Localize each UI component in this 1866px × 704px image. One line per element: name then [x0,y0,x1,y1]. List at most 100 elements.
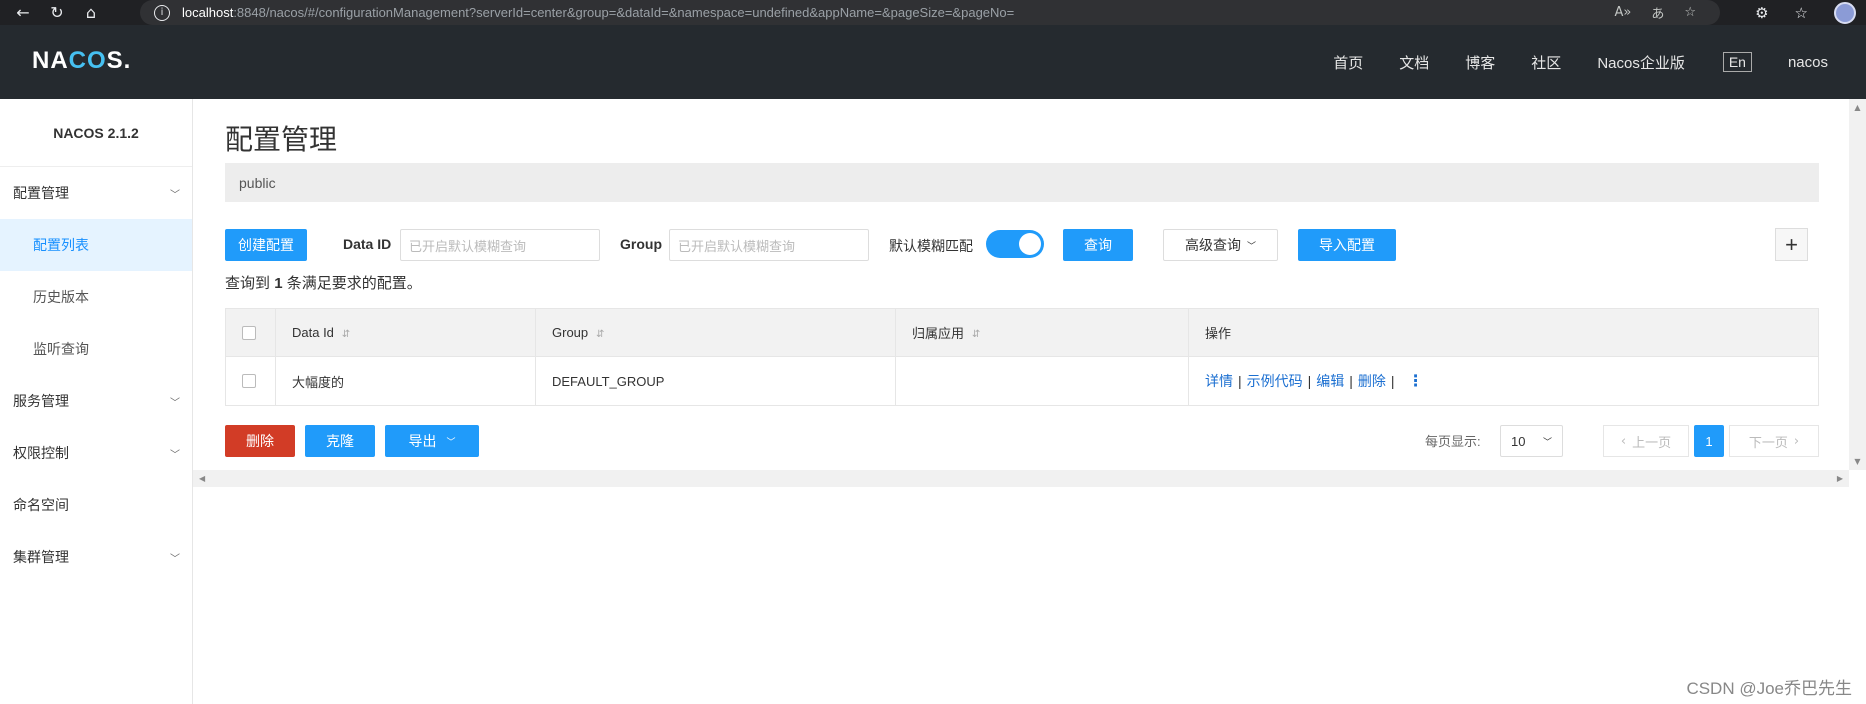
nav-enterprise[interactable]: Nacos企业版 [1597,52,1685,73]
more-vertical-icon[interactable]: ⋮ [1408,371,1424,391]
page-title: 配置管理 [225,124,338,155]
namespace-tab-public[interactable]: public [239,175,276,191]
url-path: :8848/nacos/#/configurationManagement?se… [233,5,1015,20]
header-label: 操作 [1205,326,1232,341]
next-page-button[interactable]: 下一页 › [1729,425,1819,457]
row-select-cell [226,357,276,405]
detail-link[interactable]: 详情 [1205,371,1233,391]
top-nav: 首页 文档 博客 社区 Nacos企业版 En nacos [1297,25,1828,99]
config-table: Data Id ⇵ Group ⇵ 归属应用 ⇵ 操作 大幅度的 DEFAULT_GR… [225,308,1819,406]
sample-code-link[interactable]: 示例代码 [1247,371,1303,391]
scroll-down-icon[interactable]: ▼ [1854,457,1860,466]
create-config-button[interactable]: 创建配置 [225,229,307,261]
separator: | [1238,373,1242,389]
result-summary: 查询到 1 条满足要求的配置。 [225,272,422,293]
page-size-value: 10 [1511,433,1526,449]
group-label: Group [620,236,662,252]
chevron-down-icon: ﹀ [170,189,180,201]
header-group[interactable]: Group ⇵ [536,309,896,356]
chevron-down-icon: ﹀ [170,397,180,409]
scroll-right-icon[interactable]: ▶ [1837,474,1843,483]
separator: | [1307,373,1312,389]
nav-docs[interactable]: 文档 [1399,52,1429,73]
sort-icon[interactable]: ⇵ [342,329,350,340]
sidebar-item-label: 权限控制 [13,445,69,461]
sidebar-item-config-list[interactable]: 配置列表 [0,219,192,271]
sidebar-item-history[interactable]: 历史版本 [0,271,192,323]
cell-actions: 详情 | 示例代码 | 编辑 | 删除 | ⋮ [1189,357,1818,405]
select-all-checkbox[interactable] [242,325,256,340]
nav-community[interactable]: 社区 [1531,52,1561,73]
import-config-button[interactable]: 导入配置 [1298,229,1396,261]
chevron-down-icon: ﹀ [1246,241,1256,252]
url-host: localhost [182,5,234,20]
sidebar-item-access-control[interactable]: 权限控制 ﹀ [0,427,192,479]
prev-page-button[interactable]: ‹ 上一页 [1603,425,1689,457]
namespace-bar: public [225,163,1819,202]
group-input[interactable]: 已开启默认模糊查询 [669,229,869,261]
page-size-label: 每页显示: [1425,434,1481,449]
sidebar-item-label: 命名空间 [13,497,69,513]
watermark: CSDN @Joe乔巴先生 [1686,679,1852,698]
nacos-logo[interactable]: NACOS. [32,47,131,75]
page-1-button[interactable]: 1 [1694,425,1724,457]
sidebar: NACOS 2.1.2 配置管理 ﹀ 配置列表 历史版本 监听查询 服务管理 ﹀… [0,99,193,704]
cell-group: DEFAULT_GROUP [536,357,896,405]
scroll-left-icon[interactable]: ◀ [199,474,205,483]
result-suffix: 条满足要求的配置。 [286,275,422,292]
user-menu[interactable]: nacos [1788,54,1828,71]
main-content: 配置管理 public 创建配置 Data ID 已开启默认模糊查询 Group… [193,99,1849,470]
translate-icon[interactable]: あ [1651,3,1664,22]
result-prefix: 查询到 [225,275,271,292]
query-button[interactable]: 查询 [1063,229,1133,261]
header-label: Data Id [292,325,334,340]
favorite-star-icon[interactable]: ☆ [1684,5,1696,20]
cell-app [896,357,1189,405]
profile-avatar[interactable] [1834,1,1856,24]
scroll-up-icon[interactable]: ▲ [1854,103,1860,112]
favorites-icon[interactable]: ☆ [1795,4,1808,22]
nav-blog[interactable]: 博客 [1465,52,1495,73]
table-header: Data Id ⇵ Group ⇵ 归属应用 ⇵ 操作 [226,309,1818,357]
sort-icon[interactable]: ⇵ [596,329,604,340]
address-bar[interactable]: i localhost :8848/nacos/#/configurationM… [140,0,1720,25]
read-aloud-icon[interactable]: A» [1614,5,1631,20]
header-label: 归属应用 [912,326,965,341]
sidebar-item-listener-query[interactable]: 监听查询 [0,323,192,375]
header-data-id[interactable]: Data Id ⇵ [276,309,536,356]
sidebar-item-label: 集群管理 [13,549,69,565]
clone-button[interactable]: 克隆 [305,425,375,457]
back-icon[interactable]: ← [12,2,34,24]
extensions-icon[interactable]: ⚙ [1755,4,1768,22]
result-count: 1 [274,275,283,292]
separator: | [1390,373,1395,389]
next-page-label: 下一页 [1748,434,1788,450]
batch-delete-button[interactable]: 删除 [225,425,295,457]
home-icon[interactable]: ⌂ [80,2,102,24]
sidebar-item-namespace[interactable]: 命名空间 [0,479,192,531]
nav-home[interactable]: 首页 [1333,52,1363,73]
reload-icon[interactable]: ↻ [46,2,68,24]
separator: | [1349,373,1353,389]
dataid-label: Data ID [343,236,392,252]
sidebar-item-config-management[interactable]: 配置管理 ﹀ [0,167,192,219]
page-size-select[interactable]: 10 ﹀ [1500,425,1563,457]
dataid-input[interactable]: 已开启默认模糊查询 [400,229,600,261]
sidebar-item-cluster-management[interactable]: 集群管理 ﹀ [0,531,192,583]
language-switch[interactable]: En [1722,52,1752,72]
fuzzy-match-label: 默认模糊匹配 [889,238,973,254]
header-app[interactable]: 归属应用 ⇵ [896,309,1189,356]
sidebar-item-service-management[interactable]: 服务管理 ﹀ [0,375,192,427]
fuzzy-match-toggle[interactable] [986,230,1044,258]
advanced-query-label: 高级查询 [1184,237,1241,253]
delete-link[interactable]: 删除 [1358,371,1386,391]
vertical-scrollbar[interactable]: ▲ ▼ [1849,99,1866,470]
edit-link[interactable]: 编辑 [1316,371,1344,391]
add-icon[interactable]: + [1775,228,1808,261]
export-button[interactable]: 导出 ﹀ [385,425,479,457]
site-info-icon[interactable]: i [154,4,170,21]
horizontal-scrollbar[interactable]: ◀ ▶ [193,470,1849,487]
advanced-query-button[interactable]: 高级查询 ﹀ [1163,229,1278,261]
row-checkbox[interactable] [242,374,256,388]
sort-icon[interactable]: ⇵ [972,329,980,340]
